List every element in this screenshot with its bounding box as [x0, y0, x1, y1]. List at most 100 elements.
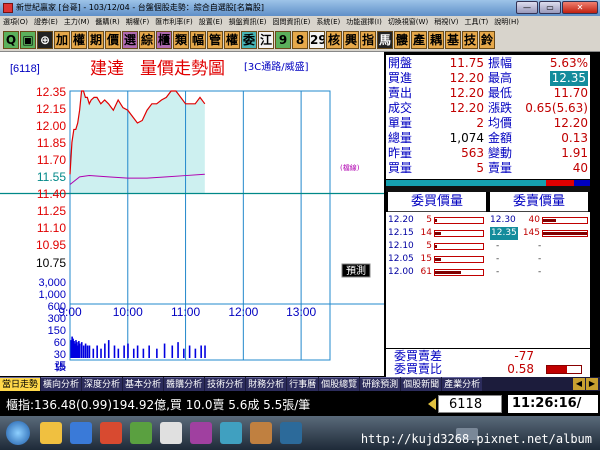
bid-row: 12.15 14	[386, 227, 486, 240]
toolbar-button-13[interactable]: 權	[224, 30, 240, 49]
menu-item-2[interactable]: 主力(M)	[61, 16, 93, 28]
menu-item-7[interactable]: 損盤資訊(E)	[226, 16, 270, 28]
bid-price: 12.00	[388, 267, 414, 277]
bid-qty-bar	[434, 243, 484, 250]
start-button-icon[interactable]	[6, 421, 30, 445]
tab-8[interactable]: 個股總覽	[319, 377, 360, 391]
taskbar-mail-icon[interactable]	[220, 422, 242, 444]
volume-tick-label: 1,000	[38, 289, 66, 301]
tab-3[interactable]: 基本分析	[123, 377, 164, 391]
tab-9[interactable]: 研餘預測	[360, 377, 401, 391]
menu-item-6[interactable]: 設置(E)	[196, 16, 226, 28]
stock-code-label: [6118]	[10, 63, 40, 75]
toolbar-button-7[interactable]: 選	[122, 30, 138, 49]
toolbar-button-17[interactable]: 8	[292, 30, 308, 49]
menu-item-3[interactable]: 醬購(R)	[92, 16, 122, 28]
quote-row: 買量 5 賣量 40	[386, 161, 590, 176]
tab-5[interactable]: 技術分析	[205, 377, 246, 391]
toolbar-button-15[interactable]: 江	[258, 30, 274, 49]
toolbar-button-16[interactable]: 9	[275, 30, 291, 49]
toolbar-button-23[interactable]: 髏	[394, 30, 410, 49]
toolbar-button-2[interactable]: ⊕	[37, 30, 53, 49]
quote-value: 1,074	[449, 131, 484, 145]
toolbar-button-6[interactable]: 價	[105, 30, 121, 49]
bid-row: 12.05 15	[386, 253, 486, 266]
toolbar-button-0[interactable]: Q	[3, 30, 19, 49]
tab-scroll-left-icon[interactable]: ◀	[573, 378, 585, 390]
taskbar-browser-icon[interactable]	[70, 422, 92, 444]
tab-10[interactable]: 個股新聞	[401, 377, 442, 391]
taskbar-app-icon[interactable]	[130, 422, 152, 444]
tab-4[interactable]: 醬購分析	[164, 377, 205, 391]
ratio-row: 委買賣比 0.58	[386, 363, 590, 376]
quote-value: 5	[476, 161, 484, 175]
close-button[interactable]: ✕	[562, 1, 598, 14]
time-tick-label: 12:00	[228, 305, 258, 319]
taskbar-window-icon[interactable]	[280, 422, 302, 444]
toolbar-button-22[interactable]: 馬	[377, 30, 393, 49]
menu-item-13[interactable]: 工具(T)	[461, 16, 491, 28]
menu-item-4[interactable]: 期權(F)	[123, 16, 153, 28]
toolbar-button-14[interactable]: 委	[241, 30, 257, 49]
toolbar-button-26[interactable]: 基	[445, 30, 461, 49]
quote-label: 昨量	[388, 146, 413, 160]
code-back-icon[interactable]	[428, 398, 436, 410]
minimize-button[interactable]: —	[516, 1, 538, 14]
toolbar-button-25[interactable]: 耦	[428, 30, 444, 49]
ask-row: --	[488, 253, 590, 266]
menu-item-5[interactable]: 匯市利率(F)	[152, 16, 196, 28]
maximize-button[interactable]: ▭	[539, 1, 561, 14]
toolbar-button-19[interactable]: 核	[326, 30, 342, 49]
menu-item-8[interactable]: 固問資訊(E)	[270, 16, 314, 28]
menu-item-0[interactable]: 選項(O)	[0, 16, 31, 28]
tab-11[interactable]: 產業分析	[442, 377, 483, 391]
toolbar-button-27[interactable]: 技	[462, 30, 478, 49]
tab-scroll-right-icon[interactable]: ▶	[586, 378, 598, 390]
tab-2[interactable]: 深度分析	[82, 377, 123, 391]
toolbar-button-1[interactable]: ▣	[20, 30, 36, 49]
bid-qty: 14	[420, 228, 432, 238]
toolbar-button-11[interactable]: 幅	[190, 30, 206, 49]
toolbar-button-3[interactable]: 加	[54, 30, 70, 49]
quote-value-right: 5.63%	[549, 56, 588, 70]
toolbar-button-28[interactable]: 鈴	[479, 30, 495, 49]
menu-item-11[interactable]: 切換視窗(W)	[385, 16, 431, 28]
toolbar-button-20[interactable]: 興	[343, 30, 359, 49]
menu-item-9[interactable]: 系統(E)	[313, 16, 343, 28]
toolbar-button-21[interactable]: 指	[360, 30, 376, 49]
quote-row: 開盤 11.75 振幅 5.63%	[386, 56, 590, 71]
price-tick-label: 11.70	[37, 153, 66, 167]
tab-1[interactable]: 橫向分析	[41, 377, 82, 391]
menu-item-14[interactable]: 說明(H)	[491, 16, 522, 28]
menu-item-10[interactable]: 功能選擇(I)	[343, 16, 385, 28]
toolbar-button-5[interactable]: 期	[88, 30, 104, 49]
taskbar-folder-icon[interactable]	[40, 422, 62, 444]
bid-qty: 15	[420, 254, 432, 264]
taskbar-word-icon[interactable]	[160, 422, 182, 444]
toolbar-button-9[interactable]: 櫃	[156, 30, 172, 49]
window-title-bar: 新世紀贏家 [台哥] - 103/12/04 - 台盤個股走勢：綜合自選股[名篇…	[0, 0, 600, 16]
tab-6[interactable]: 財務分析	[246, 377, 287, 391]
toolbar-button-10[interactable]: 類	[173, 30, 189, 49]
menu-item-12[interactable]: 稍視(V)	[431, 16, 461, 28]
quote-value: 12.20	[449, 86, 484, 100]
stock-code-input[interactable]: 6118	[438, 395, 502, 413]
bid-row: 12.00 61	[386, 266, 486, 279]
tab-7[interactable]: 行事曆	[287, 377, 319, 391]
ask-qty: -	[538, 254, 542, 264]
price-volume-chart[interactable]: 12.35 12.15 12.00 11.85 11.70 11.55 11.40 11.25…	[0, 52, 384, 376]
taskbar-tool-icon[interactable]	[250, 422, 272, 444]
quote-label: 成交	[388, 101, 413, 115]
toolbar-button-18[interactable]: 29	[309, 30, 325, 49]
forecast-button[interactable]: 預測	[341, 263, 371, 278]
ratio-bar-fill	[547, 366, 567, 373]
menu-item-1[interactable]: 證券(E)	[31, 16, 61, 28]
tab-0[interactable]: 當日走勢	[0, 377, 41, 391]
taskbar-trading-icon[interactable]	[190, 422, 212, 444]
toolbar-button-24[interactable]: 產	[411, 30, 427, 49]
toolbar-button-8[interactable]: 綜	[139, 30, 155, 49]
toolbar-button-4[interactable]: 權	[71, 30, 87, 49]
taskbar-media-icon[interactable]	[100, 422, 122, 444]
ratio-label: 委買賣比	[394, 362, 443, 376]
toolbar-button-12[interactable]: 管	[207, 30, 223, 49]
